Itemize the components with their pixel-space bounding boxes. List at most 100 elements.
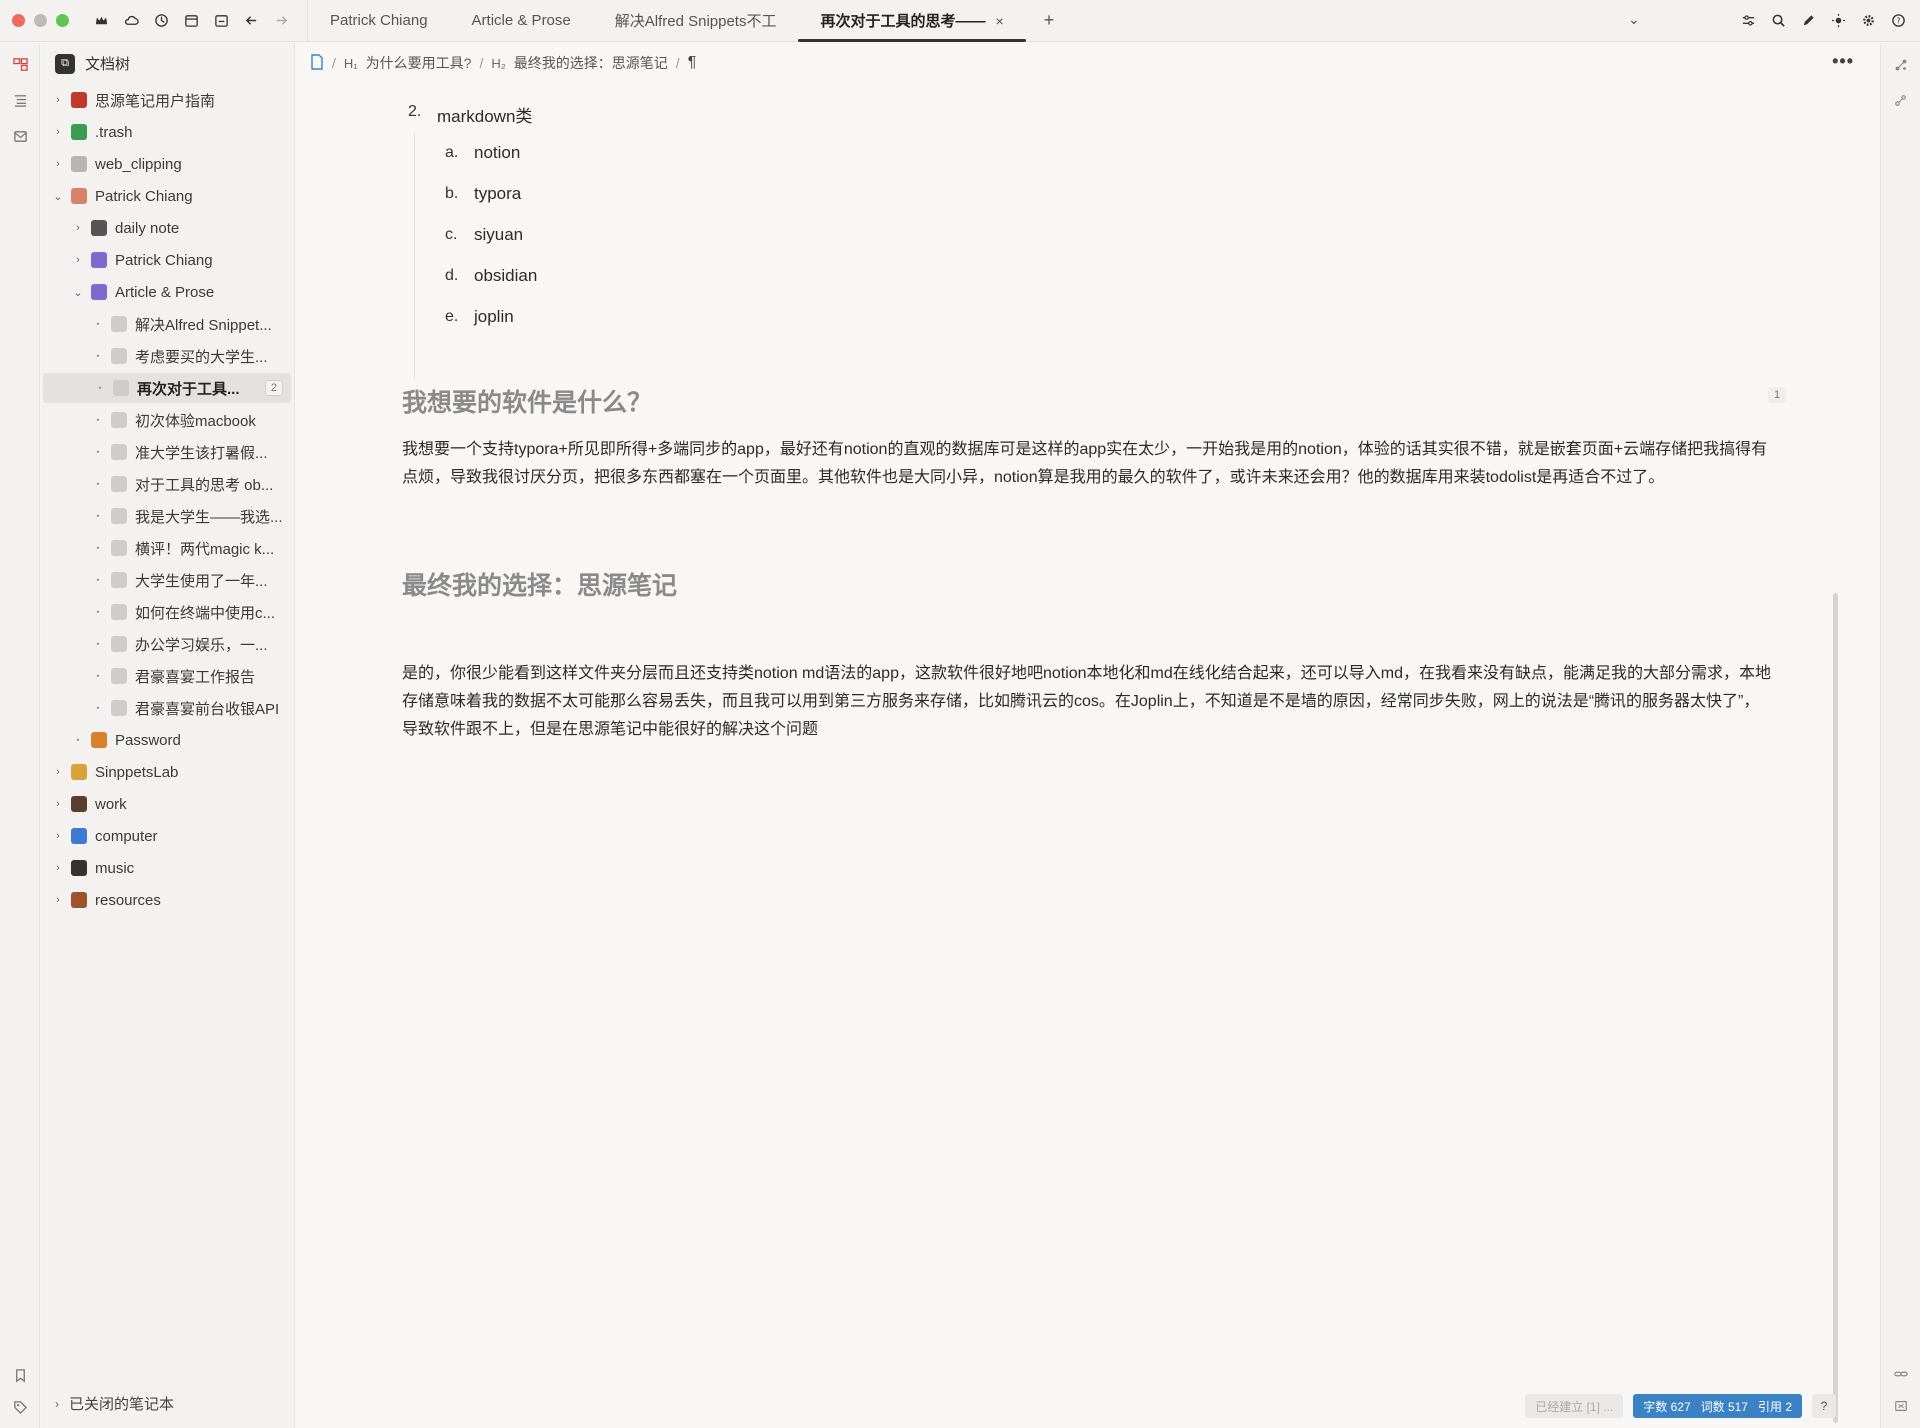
help-button[interactable]: ? — [1812, 1394, 1836, 1418]
tree-item[interactable]: • 我是大学生——我选... — [41, 501, 295, 531]
pen-icon[interactable] — [1800, 12, 1816, 28]
tree-item[interactable]: • 再次对于工具... 2 — [43, 373, 291, 403]
document-icon — [111, 636, 127, 652]
chevron-right-icon[interactable]: › — [71, 254, 85, 266]
tree-item[interactable]: • Password — [41, 725, 295, 755]
chevron-down-icon[interactable]: ⌄ — [1628, 11, 1640, 28]
tree-bullet: • — [98, 383, 102, 393]
backlink-count-badge[interactable]: 1 — [1768, 387, 1787, 403]
chevron-right-icon[interactable]: › — [51, 158, 65, 170]
chevron-right-icon[interactable]: › — [51, 126, 65, 138]
ref-count-badge[interactable]: 2 — [264, 380, 283, 396]
sub-list-item[interactable]: siyuan — [474, 225, 523, 245]
gear-icon[interactable] — [1860, 12, 1876, 28]
outline-icon[interactable] — [11, 91, 29, 109]
breadcrumb-h1[interactable]: 为什么要用工具? — [366, 53, 472, 73]
tree-item[interactable]: • 准大学生该打暑假... — [41, 437, 295, 467]
tab-active-document[interactable]: 再次对于工具的思考—— × — [798, 0, 1026, 42]
list-item-title[interactable]: markdown类 — [437, 102, 532, 127]
tree-item[interactable]: • 横评！两代magic k... — [41, 533, 295, 563]
sub-list-item[interactable]: typora — [474, 184, 521, 204]
file-tree-icon[interactable] — [11, 55, 29, 73]
help-icon[interactable]: ? — [1890, 12, 1906, 28]
global-graph-icon[interactable] — [1893, 93, 1909, 109]
close-window-button[interactable] — [12, 14, 25, 27]
backlink-status[interactable]: 已经建立 [1] ... — [1525, 1394, 1624, 1418]
more-options-button[interactable]: ••• — [1832, 51, 1854, 72]
chevron-right-icon[interactable]: › — [51, 798, 65, 810]
back-arrow-icon[interactable] — [243, 13, 259, 29]
window-controls — [12, 14, 69, 27]
close-tab-icon[interactable]: × — [996, 13, 1004, 29]
tree-item[interactable]: › daily note — [41, 213, 295, 243]
tree-item-label: 大学生使用了一年... — [135, 572, 268, 590]
editor-scrollbar[interactable] — [1833, 593, 1838, 1423]
paragraph-icon[interactable]: ¶ — [688, 54, 697, 72]
tab-article-prose[interactable]: Article & Prose — [450, 0, 593, 42]
sub-list-item[interactable]: joplin — [474, 307, 514, 327]
inbox-icon[interactable] — [11, 127, 29, 145]
tree-item[interactable]: › resources — [41, 885, 295, 915]
daily-note-icon[interactable] — [213, 13, 229, 29]
forward-arrow-icon[interactable] — [273, 13, 289, 29]
tree-bullet: • — [96, 607, 100, 617]
breadcrumb-h2[interactable]: 最终我的选择：思源笔记 — [514, 53, 668, 73]
tree-item-label: 我是大学生——我选... — [135, 508, 283, 526]
paragraph[interactable]: 是的，你很少能看到这样文件夹分层而且还支持类notion md语法的app，这款… — [402, 660, 1772, 744]
chevron-right-icon[interactable]: › — [51, 94, 65, 106]
tree-item[interactable]: • 解决Alfred Snippet... — [41, 309, 295, 339]
sub-list-item[interactable]: notion — [474, 143, 520, 163]
tree-item[interactable]: › Patrick Chiang — [41, 245, 295, 275]
tree-item[interactable]: › music — [41, 853, 295, 883]
tree-bullet: • — [96, 447, 100, 457]
search-icon[interactable] — [1770, 12, 1786, 28]
tree-item[interactable]: ⌄ Article & Prose — [41, 277, 295, 307]
tree-item[interactable]: • 大学生使用了一年... — [41, 565, 295, 595]
sub-list-item[interactable]: obsidian — [474, 266, 537, 286]
chevron-right-icon[interactable]: › — [51, 830, 65, 842]
tree-item[interactable]: ⌄ Patrick Chiang — [41, 181, 295, 211]
bookmark-icon[interactable] — [11, 1366, 29, 1384]
tree-item[interactable]: • 初次体验macbook — [41, 405, 295, 435]
crown-icon[interactable] — [93, 13, 109, 29]
document-icon — [111, 700, 127, 716]
tree-item[interactable]: › 思源笔记用户指南 — [41, 85, 295, 115]
tag-icon[interactable] — [11, 1398, 29, 1416]
section-heading[interactable]: 我想要的软件是什么？ — [402, 383, 652, 419]
tree-item[interactable]: › .trash — [41, 117, 295, 147]
tab-patrick-chiang[interactable]: Patrick Chiang — [308, 0, 450, 42]
chevron-down-icon[interactable]: ⌄ — [51, 190, 65, 203]
document-icon[interactable] — [310, 53, 324, 73]
tree-item[interactable]: › web_clipping — [41, 149, 295, 179]
chevron-right-icon[interactable]: › — [51, 894, 65, 906]
tree-item[interactable]: › computer — [41, 821, 295, 851]
zoom-window-button[interactable] — [56, 14, 69, 27]
document-stats[interactable]: 字数 627 词数 517 引用 2 — [1633, 1394, 1802, 1418]
tab-alfred-snippets[interactable]: 解决Alfred Snippets不工 — [593, 0, 799, 42]
calendar-icon[interactable] — [183, 13, 199, 29]
tree-item[interactable]: • 对于工具的思考 ob... — [41, 469, 295, 499]
tree-item[interactable]: • 考虑要买的大学生... — [41, 341, 295, 371]
tree-item[interactable]: • 君豪喜宴前台收银API — [41, 693, 295, 723]
minimize-window-button[interactable] — [34, 14, 47, 27]
backlinks-icon[interactable] — [1893, 1398, 1909, 1414]
section-heading[interactable]: 最终我的选择：思源笔记 — [402, 566, 677, 602]
graph-icon[interactable] — [1893, 57, 1909, 73]
tree-item[interactable]: › work — [41, 789, 295, 819]
tree-item[interactable]: • 办公学习娱乐，一... — [41, 629, 295, 659]
sliders-icon[interactable] — [1740, 12, 1756, 28]
chevron-right-icon[interactable]: › — [51, 862, 65, 874]
cloud-icon[interactable] — [123, 13, 139, 29]
chevron-right-icon[interactable]: › — [71, 222, 85, 234]
closed-notebooks[interactable]: › 已关闭的笔记本 — [55, 1393, 174, 1414]
sun-icon[interactable] — [1830, 12, 1846, 28]
tree-item[interactable]: › SinppetsLab — [41, 757, 295, 787]
tree-item[interactable]: • 君豪喜宴工作报告 — [41, 661, 295, 691]
history-icon[interactable] — [153, 13, 169, 29]
link-icon[interactable] — [1893, 1366, 1909, 1382]
chevron-right-icon[interactable]: › — [51, 766, 65, 778]
chevron-down-icon[interactable]: ⌄ — [71, 286, 85, 299]
new-tab-button[interactable]: + — [1026, 0, 1073, 42]
paragraph[interactable]: 我想要一个支持typora+所见即所得+多端同步的app，最好还有notion的… — [402, 436, 1772, 492]
tree-item[interactable]: • 如何在终端中使用c... — [41, 597, 295, 627]
